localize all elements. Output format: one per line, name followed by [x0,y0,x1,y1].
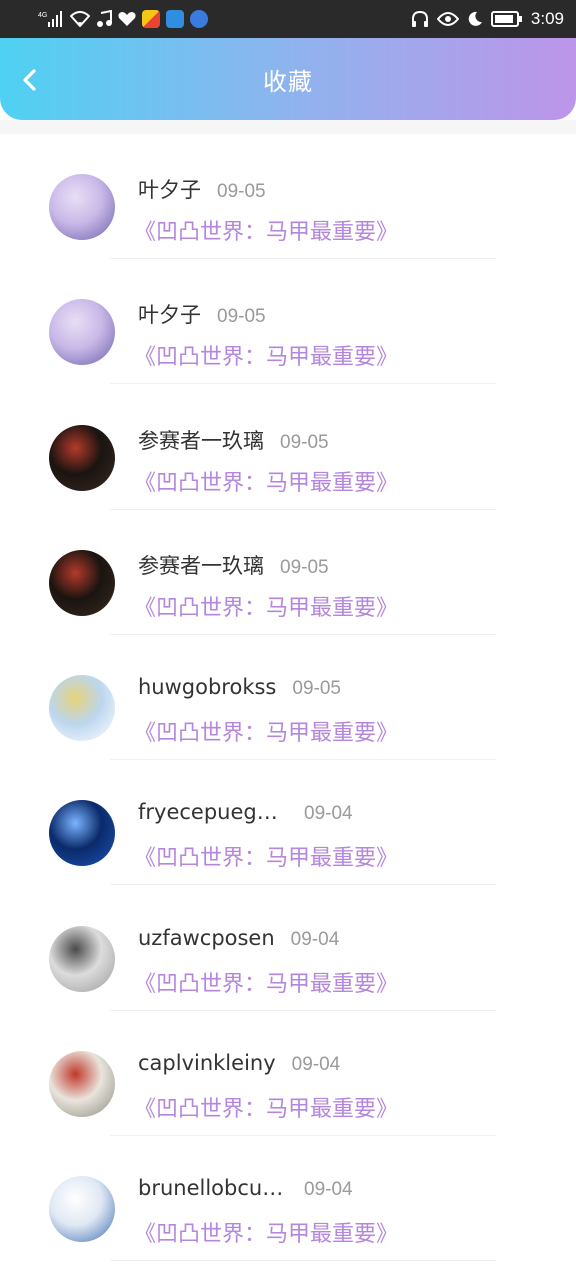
chevron-left-icon [23,69,36,91]
moon-icon [467,9,483,29]
user-avatar[interactable] [49,299,115,366]
work-title-link[interactable]: 《凹凸世界：马甲最重要》 [134,840,398,872]
top-app-bar: 收藏 [0,38,576,120]
status-left: 4G [38,9,208,29]
user-avatar[interactable] [49,675,115,742]
status-bar: 4G 3:09 [0,0,576,38]
author-name[interactable]: fryecepuego... [138,800,288,824]
name-date-line: fryecepuego... 09-04 [138,800,353,825]
user-avatar[interactable] [49,1051,115,1118]
divider [110,1260,496,1262]
headphones-icon [411,9,429,29]
back-button[interactable] [16,66,44,94]
name-date-line: 叶夕子 09-05 [138,174,266,204]
header-separator [0,120,576,134]
work-title-link[interactable]: 《凹凸世界：马甲最重要》 [134,465,398,497]
app-notification-icon [142,10,160,28]
work-title-link[interactable]: 《凹凸世界：马甲最重要》 [134,590,398,622]
signal-icon: 4G [38,9,64,29]
app-notification-icon [166,10,184,28]
status-right: 3:09 [411,9,564,29]
app-notification-icon [190,10,208,28]
network-type-label: 4G [38,12,47,19]
work-title-link[interactable]: 《凹凸世界：马甲最重要》 [134,715,398,747]
author-name[interactable]: huwgobrokss [138,675,276,699]
list-item[interactable]: fryecepuego... 09-04 《凹凸世界：马甲最重要》 [0,760,576,886]
author-name[interactable]: 叶夕子 [138,299,201,329]
post-date: 09-05 [217,181,266,202]
name-date-line: caplvinkleiny 09-04 [138,1051,340,1076]
list-item[interactable]: 参赛者一玖璃 09-05 《凹凸世界：马甲最重要》 [0,510,576,635]
work-title-link[interactable]: 《凹凸世界：马甲最重要》 [134,339,398,371]
name-date-line: 参赛者一玖璃 09-05 [138,550,329,580]
author-name[interactable]: caplvinkleiny [138,1051,276,1075]
favorites-list: 叶夕子 09-05 《凹凸世界：马甲最重要》 叶夕子 09-05 《凹凸世界：马甲最重要》… [0,134,576,1262]
eye-icon [436,9,459,29]
page-title: 收藏 [263,67,313,96]
list-item[interactable]: uzfawcposen 09-04 《凹凸世界：马甲最重要》 [0,886,576,1011]
list-item[interactable]: huwgobrokss 09-05 《凹凸世界：马甲最重要》 [0,635,576,761]
list-item[interactable]: brunellobcuc... 09-04 《凹凸世界：马甲最重要》 [0,1136,576,1262]
work-title-link[interactable]: 《凹凸世界：马甲最重要》 [134,1091,398,1123]
list-item[interactable]: 叶夕子 09-05 《凹凸世界：马甲最重要》 [0,134,576,259]
clock-time: 3:09 [530,9,564,28]
work-title-link[interactable]: 《凹凸世界：马甲最重要》 [134,214,398,246]
user-avatar[interactable] [49,800,115,867]
user-avatar[interactable] [49,424,115,491]
name-date-line: huwgobrokss 09-05 [138,675,341,700]
name-date-line: 参赛者一玖璃 09-05 [138,425,329,455]
work-title-link[interactable]: 《凹凸世界：马甲最重要》 [134,1216,398,1248]
work-title-link[interactable]: 《凹凸世界：马甲最重要》 [134,966,398,998]
post-date: 09-05 [280,556,329,578]
list-item[interactable]: 参赛者一玖璃 09-05 《凹凸世界：马甲最重要》 [0,385,576,510]
name-date-line: uzfawcposen 09-04 [138,926,339,951]
name-date-line: 叶夕子 09-05 [138,299,266,329]
post-date: 09-05 [292,678,341,700]
author-name[interactable]: 叶夕子 [138,174,201,204]
author-name[interactable]: uzfawcposen [138,926,275,950]
wifi-icon [70,9,90,29]
music-icon [96,9,112,29]
name-date-line: brunellobcuc... 09-04 [138,1176,353,1201]
battery-icon [490,9,523,29]
author-name[interactable]: brunellobcuc... [138,1176,288,1200]
author-name[interactable]: 参赛者一玖璃 [138,425,264,455]
post-date: 09-04 [304,803,353,825]
post-date: 09-05 [280,431,329,453]
post-date: 09-04 [291,1054,341,1076]
post-date: 09-04 [290,928,340,950]
user-avatar[interactable] [49,174,115,240]
user-avatar[interactable] [49,1176,115,1243]
author-name[interactable]: 参赛者一玖璃 [138,550,264,580]
post-date: 09-05 [217,306,266,328]
heart-icon [118,9,136,29]
list-item[interactable]: caplvinkleiny 09-04 《凹凸世界：马甲最重要》 [0,1011,576,1137]
user-avatar[interactable] [49,549,115,616]
post-date: 09-04 [304,1179,353,1201]
list-item[interactable]: 叶夕子 09-05 《凹凸世界：马甲最重要》 [0,259,576,385]
user-avatar[interactable] [49,925,115,992]
